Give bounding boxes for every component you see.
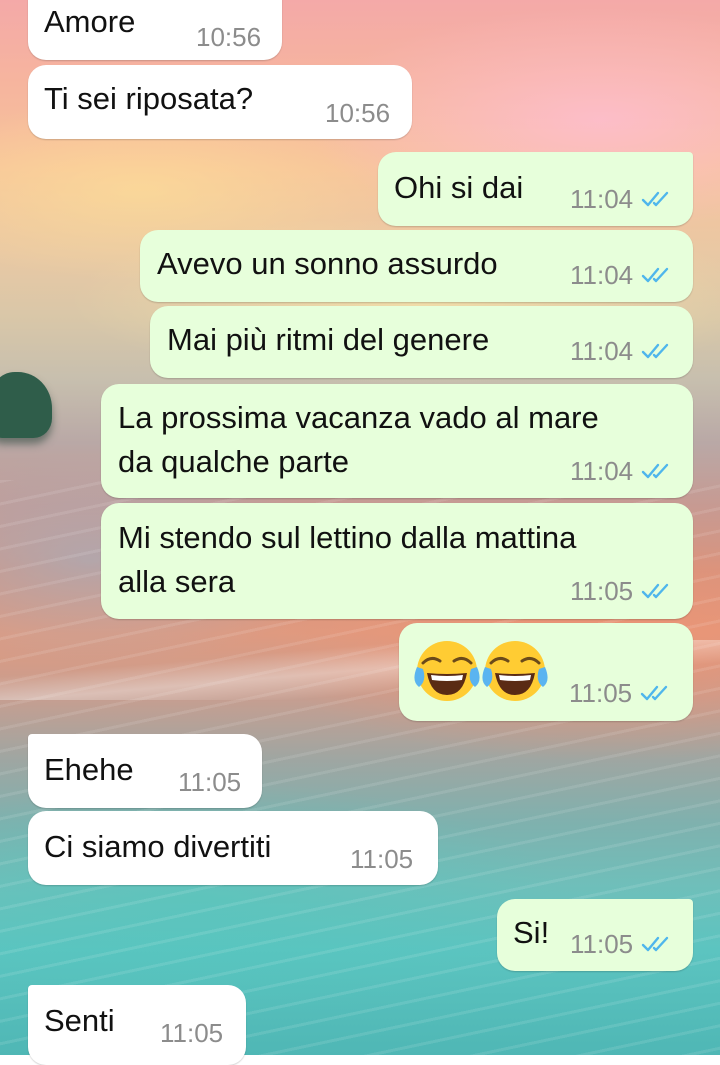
message-text: Ohi si dai (394, 170, 524, 205)
message-time: 10:56 (196, 22, 261, 52)
message-time-text: 10:56 (196, 22, 262, 52)
message-time-text: 11:04 (570, 456, 634, 486)
message-text-line-1: La prossima vacanza vado al mare (118, 400, 599, 435)
face-with-tears-of-joy-emoji (414, 641, 480, 701)
message-time: 11:05 (350, 844, 413, 874)
incoming-message[interactable]: Amore 10:56 (28, 0, 282, 60)
double-check-icon (641, 191, 669, 207)
message-time-text: 10:56 (325, 98, 391, 128)
outgoing-message[interactable]: Ohi si dai 11:04 (378, 152, 693, 226)
message-text: Ci siamo divertiti (44, 829, 272, 864)
message-text-line-2: alla sera (118, 564, 236, 599)
incoming-message[interactable]: Ehehe 11:05 (28, 734, 262, 808)
incoming-message[interactable]: Ti sei riposata? 10:56 (28, 65, 412, 139)
incoming-message[interactable]: Ci siamo divertiti 11:05 (28, 811, 438, 885)
message-time: 11:05 (569, 678, 672, 708)
outgoing-message[interactable]: 11:05 (399, 623, 693, 721)
message-text: Ehehe (44, 752, 134, 787)
message-text: Amore (44, 4, 136, 39)
outgoing-message[interactable]: Avevo un sonno assurdo 11:04 (140, 230, 693, 302)
message-time: 11:05 (178, 767, 241, 797)
outgoing-message[interactable]: Si! 11:05 (497, 899, 693, 971)
message-time-text: 11:05 (350, 844, 414, 874)
double-check-icon (641, 463, 669, 479)
double-check-icon (641, 343, 669, 359)
face-with-tears-of-joy-emoji (482, 641, 548, 701)
message-text: Si! (513, 915, 550, 950)
outgoing-message[interactable]: La prossima vacanza vado al mare da qual… (101, 384, 693, 498)
outgoing-message[interactable]: Mi stendo sul lettino dalla mattina alla… (101, 503, 693, 619)
message-time-text: 11:04 (570, 184, 634, 214)
double-check-icon (641, 583, 669, 599)
message-time-text: 11:05 (569, 678, 633, 708)
message-time-text: 11:05 (160, 1018, 224, 1048)
message-time: 11:05 (570, 576, 673, 606)
message-time-text: 11:05 (570, 929, 634, 959)
message-text-line-1: Mi stendo sul lettino dalla mattina (118, 520, 577, 555)
message-time-text: 11:04 (570, 336, 634, 366)
double-check-icon (641, 936, 669, 952)
message-list[interactable]: Amore 10:56 Ti sei riposata? 10:56 Ohi s… (0, 0, 720, 1065)
message-time-text: 11:04 (570, 260, 634, 290)
message-time: 11:04 (570, 260, 673, 290)
double-check-icon (641, 267, 669, 283)
incoming-message[interactable]: Senti 11:05 (28, 985, 246, 1065)
message-text-line-2: da qualche parte (118, 444, 349, 479)
message-time-text: 11:05 (178, 767, 242, 797)
message-text: Mai più ritmi del genere (167, 322, 490, 357)
message-time: 11:04 (570, 336, 673, 366)
message-text: Avevo un sonno assurdo (157, 246, 498, 281)
message-text: Senti (44, 1003, 115, 1038)
message-time: 10:56 (325, 98, 390, 128)
message-time: 11:04 (570, 184, 673, 214)
message-time: 11:05 (160, 1018, 223, 1048)
message-time: 11:05 (570, 929, 673, 959)
message-time: 11:04 (570, 456, 673, 486)
double-check-icon (640, 685, 668, 701)
message-text: Ti sei riposata? (44, 81, 254, 116)
message-time-text: 11:05 (570, 576, 634, 606)
outgoing-message[interactable]: Mai più ritmi del genere 11:04 (150, 306, 693, 378)
